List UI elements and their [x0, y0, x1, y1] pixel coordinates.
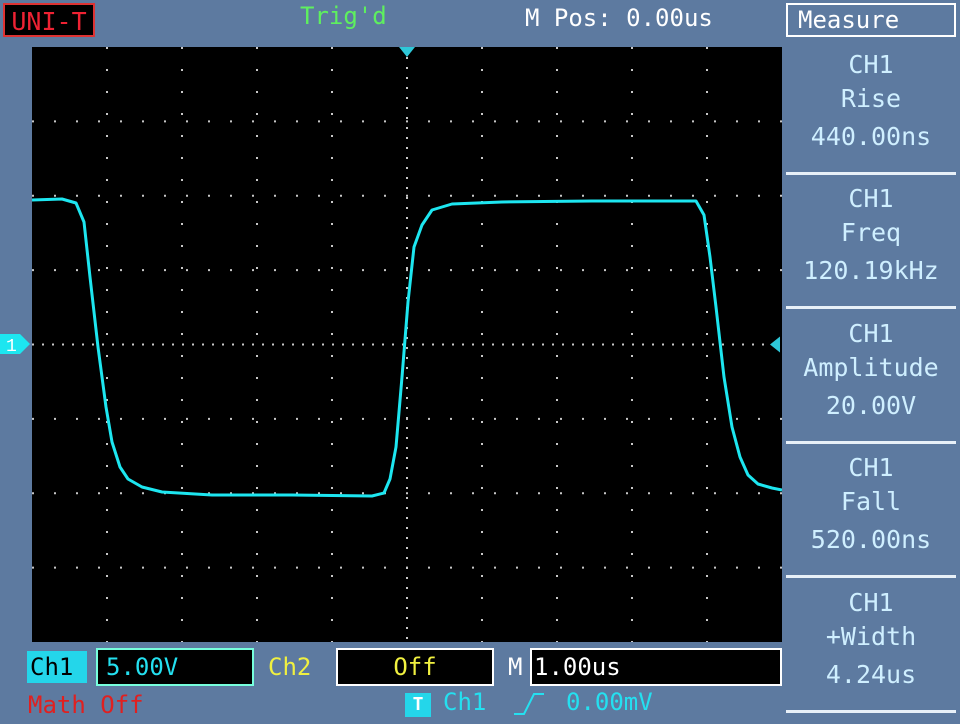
- measure-separator: [786, 306, 956, 309]
- ch2-state: Off: [336, 648, 494, 686]
- measure-name: Fall: [840, 487, 902, 516]
- brand-logo: UNI-T: [3, 3, 95, 37]
- measure-value: 4.24us: [825, 660, 917, 689]
- measure-item-3[interactable]: CH1 Fall 520.00ns: [786, 451, 956, 557]
- measure-name: Amplitude: [803, 353, 939, 382]
- measure-separator: [786, 441, 956, 444]
- measure-item-4[interactable]: CH1 +Width 4.24us: [786, 586, 956, 692]
- rising-edge-icon: [512, 688, 546, 724]
- measure-separator: [786, 172, 956, 175]
- ch1-scale: 5.00V: [96, 648, 254, 686]
- measure-name: Freq: [840, 218, 902, 247]
- main-position: M Pos: 0.00us: [525, 4, 713, 32]
- waveform-display: [32, 47, 782, 642]
- measure-item-0[interactable]: CH1 Rise 440.00ns: [786, 48, 956, 154]
- measure-item-1[interactable]: CH1 Freq 120.19kHz: [786, 182, 956, 288]
- ch1-marker-label: 1: [6, 337, 17, 356]
- measure-channel: CH1: [848, 319, 894, 348]
- trigger-level: 0.00mV: [566, 688, 653, 716]
- measure-value: 20.00V: [825, 391, 917, 420]
- math-status: Math Off: [28, 691, 144, 719]
- trigger-source: Ch1: [443, 688, 487, 716]
- measure-separator: [786, 710, 956, 713]
- trigger-position-marker: [399, 47, 415, 57]
- measure-separator: [786, 575, 956, 578]
- trigger-level-marker: [770, 336, 780, 353]
- measure-channel: CH1: [848, 453, 894, 482]
- measure-name: +Width: [825, 622, 917, 651]
- trigger-status: Trig'd: [300, 2, 387, 30]
- ch2-label[interactable]: Ch2: [268, 651, 311, 683]
- timebase-scale: 1.00us: [530, 648, 782, 686]
- measure-item-2[interactable]: CH1 Amplitude 20.00V: [786, 317, 956, 423]
- measure-name: Rise: [840, 84, 902, 113]
- ch1-label[interactable]: Ch1: [27, 651, 87, 683]
- trigger-icon: T: [405, 693, 431, 717]
- measure-channel: CH1: [848, 50, 894, 79]
- measure-value: 120.19kHz: [803, 256, 939, 285]
- measure-value: 440.00ns: [810, 122, 932, 151]
- scope-grid-svg: [32, 47, 782, 642]
- timebase-label: M: [508, 653, 523, 681]
- measure-channel: CH1: [848, 184, 894, 213]
- measure-value: 520.00ns: [810, 525, 932, 554]
- measure-channel: CH1: [848, 588, 894, 617]
- measure-menu-title[interactable]: Measure: [786, 3, 956, 37]
- ch1-ground-marker: 1: [0, 332, 32, 357]
